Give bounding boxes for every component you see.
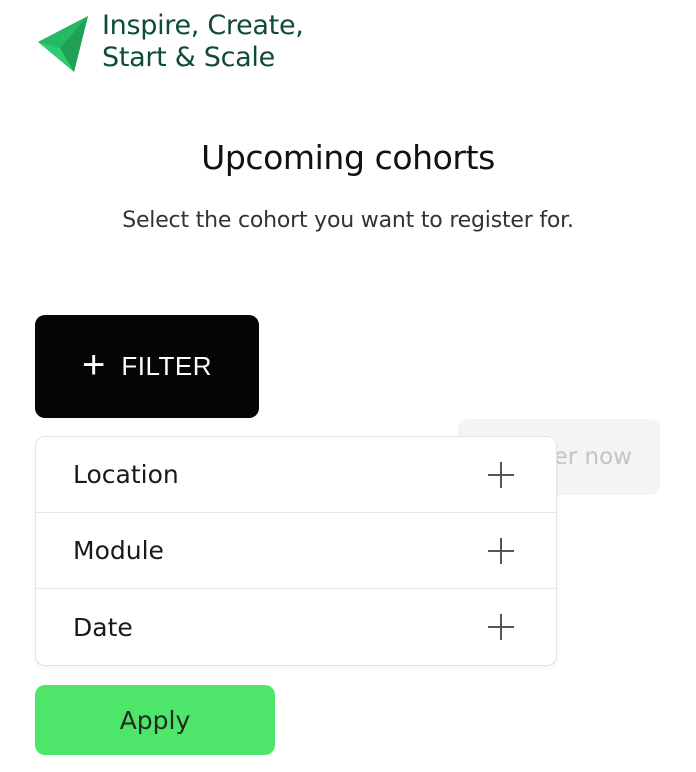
page-subtitle: Select the cohort you want to register f… xyxy=(122,208,574,233)
filter-row-location[interactable]: Location xyxy=(36,437,556,513)
filter-row-label: Location xyxy=(73,460,179,489)
page: Inspire, Create, Start & Scale Upcoming … xyxy=(0,0,696,772)
register-now-label: er now xyxy=(553,444,632,470)
filter-button-label: FILTER xyxy=(121,351,212,381)
filter-row-label: Module xyxy=(73,536,164,565)
brand-tagline-line1: Inspire, Create, xyxy=(102,10,304,41)
page-title: Upcoming cohorts xyxy=(201,138,495,177)
filter-row-module[interactable]: Module xyxy=(36,513,556,589)
filter-dropdown-panel: Location Module Date xyxy=(35,436,557,666)
plus-icon[interactable] xyxy=(488,614,514,640)
paper-plane-arrow-icon xyxy=(38,16,88,72)
filter-row-date[interactable]: Date xyxy=(36,589,556,665)
plus-icon: + xyxy=(82,342,106,387)
brand-tagline: Inspire, Create, Start & Scale xyxy=(102,10,304,74)
filter-button[interactable]: + FILTER xyxy=(35,315,259,418)
plus-icon[interactable] xyxy=(488,537,514,564)
brand-tagline-line2: Start & Scale xyxy=(102,42,275,73)
plus-icon[interactable] xyxy=(488,461,514,488)
brand-logo[interactable]: Inspire, Create, Start & Scale xyxy=(36,10,304,74)
apply-button[interactable]: Apply xyxy=(35,685,275,755)
filter-row-label: Date xyxy=(73,612,133,642)
